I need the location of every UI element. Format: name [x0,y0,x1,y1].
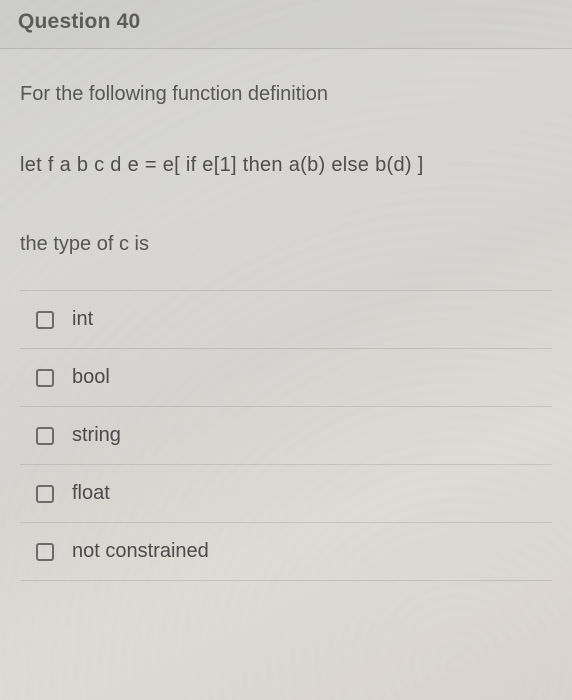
checkbox-icon[interactable] [36,311,54,329]
question-code: let f a b c d e = e[ if e[1] then a(b) e… [20,154,552,177]
question-subprompt: the type of c is [20,233,552,256]
question-prompt: For the following function definition [20,83,552,106]
checkbox-icon[interactable] [36,543,54,561]
option-string[interactable]: string [20,407,552,465]
option-int[interactable]: int [20,291,552,349]
option-label: not constrained [72,540,209,563]
option-not-constrained[interactable]: not constrained [20,523,552,581]
option-bool[interactable]: bool [20,349,552,407]
checkbox-icon[interactable] [36,369,54,387]
checkbox-icon[interactable] [36,427,54,445]
option-label: bool [72,366,110,389]
question-header: Question 40 [0,0,572,49]
options-list: int bool string float not constrained [20,290,552,581]
option-label: float [72,482,110,505]
option-label: string [72,424,121,447]
checkbox-icon[interactable] [36,485,54,503]
question-body: For the following function definition le… [0,49,572,581]
option-label: int [72,308,93,331]
question-card: Question 40 For the following function d… [0,0,572,700]
option-float[interactable]: float [20,465,552,523]
question-title: Question 40 [18,10,554,34]
